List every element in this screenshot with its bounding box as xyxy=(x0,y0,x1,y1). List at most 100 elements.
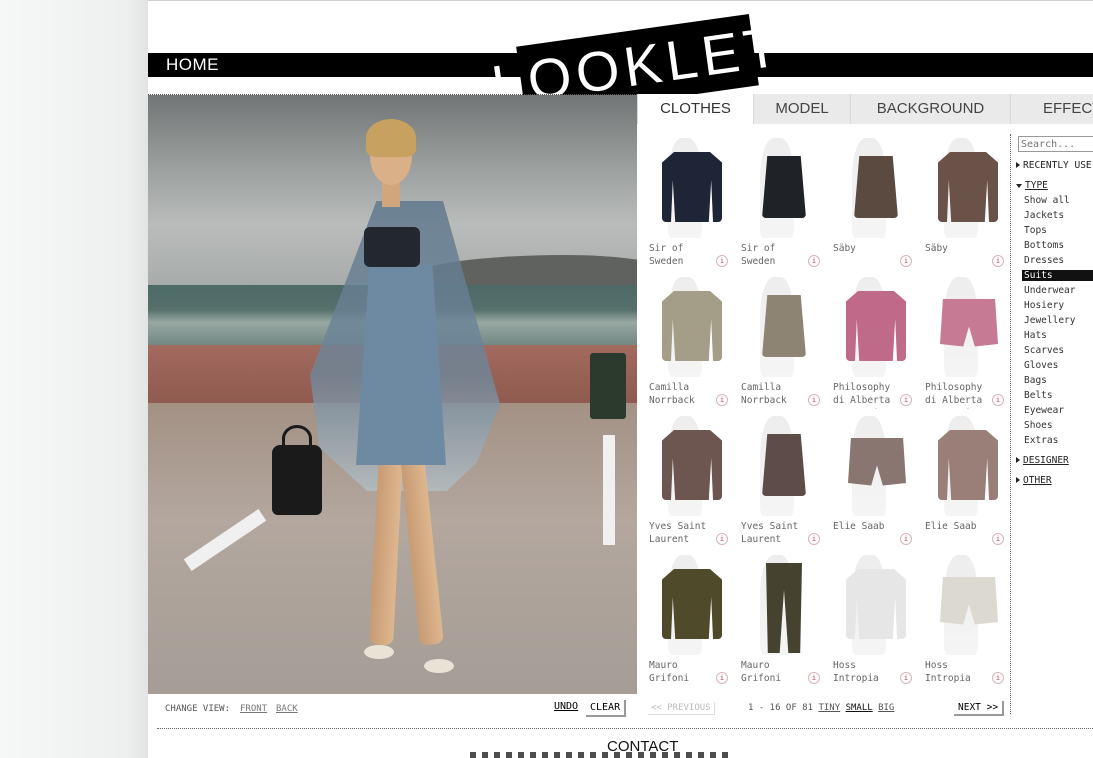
type-item[interactable]: Eyewear xyxy=(1024,405,1064,416)
info-icon[interactable]: i xyxy=(900,255,912,267)
type-item[interactable]: Belts xyxy=(1024,390,1053,401)
garment-jacket xyxy=(938,152,998,222)
tab-effect[interactable]: EFFECT xyxy=(1010,94,1093,124)
product-thumbnail[interactable] xyxy=(648,138,722,238)
type-item[interactable]: Gloves xyxy=(1024,360,1058,371)
designer-section[interactable]: DESIGNER xyxy=(1016,455,1069,466)
info-icon[interactable]: i xyxy=(716,672,728,684)
type-item[interactable]: Tops xyxy=(1024,225,1047,236)
product-card[interactable]: Mauro Grifoni i xyxy=(732,551,822,687)
tab-clothes[interactable]: CLOTHES xyxy=(637,94,753,124)
type-item[interactable]: Bottoms xyxy=(1024,240,1064,251)
model-top[interactable] xyxy=(364,227,420,267)
type-item[interactable]: Shoes xyxy=(1024,420,1053,431)
product-card[interactable]: Mauro Grifoni i xyxy=(640,551,730,687)
clear-button[interactable]: CLEAR xyxy=(586,700,627,717)
info-icon[interactable]: i xyxy=(716,255,728,267)
type-item[interactable]: Hosiery xyxy=(1024,300,1064,311)
type-item[interactable]: Extras xyxy=(1024,435,1058,446)
product-thumbnail[interactable] xyxy=(648,555,722,655)
product-brand: Yves Saint Laurent xyxy=(649,521,707,545)
change-view-label: CHANGE VIEW: xyxy=(165,704,231,714)
next-button[interactable]: NEXT >> xyxy=(954,701,1005,716)
type-section[interactable]: TYPE xyxy=(1016,180,1048,191)
model-shoe[interactable] xyxy=(424,659,454,673)
product-card[interactable]: Sir of Sweden i xyxy=(640,134,730,270)
size-tiny-link[interactable]: TINY xyxy=(818,703,840,713)
info-icon[interactable]: i xyxy=(900,533,912,545)
info-icon[interactable]: i xyxy=(900,394,912,406)
front-view-link[interactable]: FRONT xyxy=(240,704,267,714)
type-item[interactable]: Show all xyxy=(1024,195,1070,206)
product-thumbnail[interactable] xyxy=(924,416,998,516)
product-thumbnail[interactable] xyxy=(740,555,814,655)
tab-model[interactable]: MODEL xyxy=(753,94,850,124)
triangle-down-icon xyxy=(1016,184,1022,188)
size-big-link[interactable]: BIG xyxy=(878,703,894,713)
product-thumbnail[interactable] xyxy=(832,555,906,655)
info-icon[interactable]: i xyxy=(992,533,1004,545)
tab-background[interactable]: BACKGROUND xyxy=(850,94,1010,124)
home-link[interactable]: HOME xyxy=(166,55,219,75)
product-thumbnail[interactable] xyxy=(648,277,722,377)
product-thumbnail[interactable] xyxy=(924,138,998,238)
fashion-model[interactable] xyxy=(272,115,508,675)
model-dress[interactable] xyxy=(356,265,446,465)
type-item[interactable]: Bags xyxy=(1024,375,1047,386)
model-bag[interactable] xyxy=(272,425,322,515)
product-thumbnail[interactable] xyxy=(740,138,814,238)
info-icon[interactable]: i xyxy=(716,394,728,406)
product-card[interactable]: Yves Saint Laurent i xyxy=(732,412,822,548)
product-card[interactable]: Elie Saab i xyxy=(824,412,914,548)
product-thumbnail[interactable] xyxy=(740,277,814,377)
info-icon[interactable]: i xyxy=(900,672,912,684)
type-item[interactable]: Dresses xyxy=(1024,255,1064,266)
type-item[interactable]: Underwear xyxy=(1024,285,1075,296)
other-section[interactable]: OTHER xyxy=(1016,475,1052,486)
recently-used-section[interactable]: RECENTLY USE xyxy=(1016,160,1092,171)
type-item[interactable]: Scarves xyxy=(1024,345,1064,356)
product-card[interactable]: Hoss Intropia i xyxy=(916,551,1006,687)
type-item[interactable]: Suits xyxy=(1022,270,1093,281)
product-card[interactable]: Yves Saint Laurent i xyxy=(640,412,730,548)
info-icon[interactable]: i xyxy=(808,533,820,545)
product-thumbnail[interactable] xyxy=(924,555,998,655)
product-card[interactable]: Camilla Norrback i xyxy=(732,273,822,409)
product-brand: Hoss Intropia xyxy=(833,660,879,684)
type-item[interactable]: Jewellery xyxy=(1024,315,1075,326)
product-card[interactable]: Hoss Intropia i xyxy=(824,551,914,687)
info-icon[interactable]: i xyxy=(716,533,728,545)
garment-jacket xyxy=(846,569,906,639)
undo-button[interactable]: UNDO xyxy=(554,701,578,712)
product-thumbnail[interactable] xyxy=(648,416,722,516)
product-card[interactable]: Philosophy di Alberta Ferretti i xyxy=(916,273,1006,409)
product-card[interactable]: Elie Saab i xyxy=(916,412,1006,548)
back-view-link[interactable]: BACK xyxy=(276,704,298,714)
type-item[interactable]: Hats xyxy=(1024,330,1047,341)
info-icon[interactable]: i xyxy=(992,255,1004,267)
model-shoe[interactable] xyxy=(364,645,394,659)
info-icon[interactable]: i xyxy=(808,672,820,684)
info-icon[interactable]: i xyxy=(992,672,1004,684)
product-thumbnail[interactable] xyxy=(832,416,906,516)
info-icon[interactable]: i xyxy=(992,394,1004,406)
info-icon[interactable]: i xyxy=(808,255,820,267)
product-thumbnail[interactable] xyxy=(740,416,814,516)
product-card[interactable]: Sir of Sweden i xyxy=(732,134,822,270)
triangle-right-icon xyxy=(1016,162,1020,168)
product-card[interactable]: Säby i xyxy=(916,134,1006,270)
type-item[interactable]: Jackets xyxy=(1024,210,1064,221)
garment-skirt xyxy=(854,156,898,218)
info-icon[interactable]: i xyxy=(808,394,820,406)
previous-button[interactable]: << PREVIOUS xyxy=(648,702,715,715)
product-thumbnail[interactable] xyxy=(832,138,906,238)
garment-jacket xyxy=(662,152,722,222)
product-thumbnail[interactable] xyxy=(832,277,906,377)
size-small-link[interactable]: SMALL xyxy=(846,703,873,713)
product-card[interactable]: Camilla Norrback i xyxy=(640,273,730,409)
product-card[interactable]: Säby i xyxy=(824,134,914,270)
product-thumbnail[interactable] xyxy=(924,277,998,377)
search-input[interactable] xyxy=(1018,136,1093,152)
model-scene[interactable] xyxy=(148,94,637,694)
product-card[interactable]: Philosophy di Alberta Ferretti i xyxy=(824,273,914,409)
